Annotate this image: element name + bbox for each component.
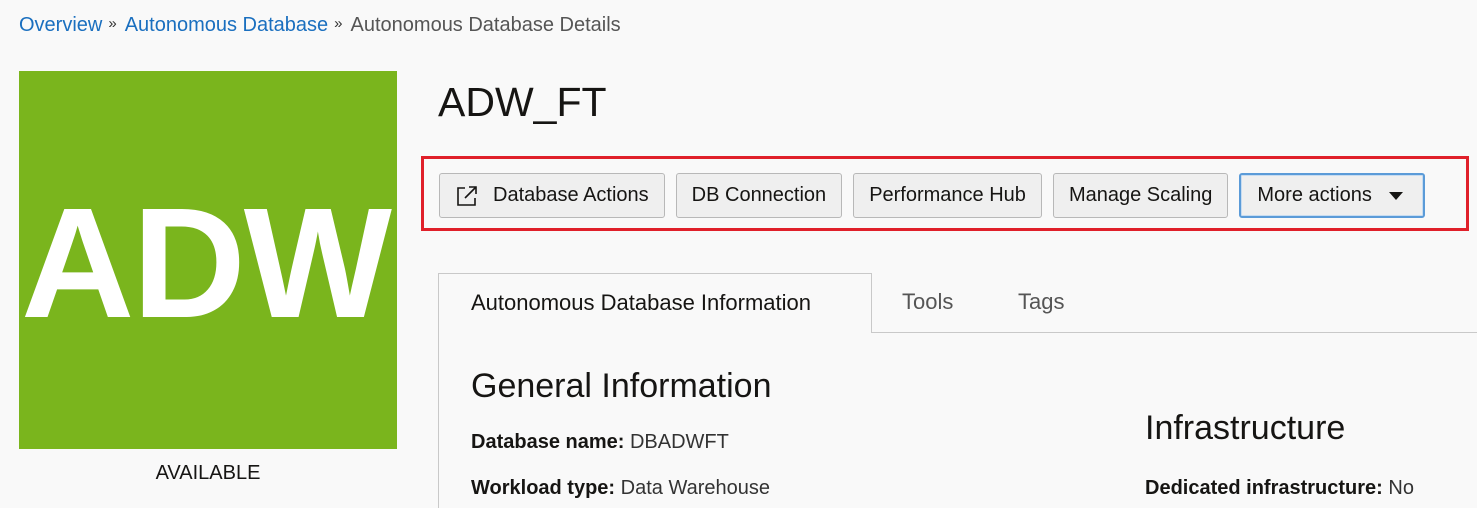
database-actions-label: Database Actions [493, 184, 649, 206]
page: Overview » Autonomous Database » Autonom… [0, 0, 1477, 508]
more-actions-button[interactable]: More actions [1239, 173, 1425, 218]
manage-scaling-button[interactable]: Manage Scaling [1052, 173, 1229, 218]
breadcrumb-autonomous-database-link[interactable]: Autonomous Database [125, 12, 328, 38]
dedicated-infrastructure-label: Dedicated infrastructure: [1145, 477, 1383, 499]
database-actions-button[interactable]: Database Actions [439, 173, 665, 218]
dedicated-infrastructure-value: No [1388, 477, 1414, 499]
workload-type-value: Data Warehouse [620, 477, 770, 499]
db-connection-label: DB Connection [691, 184, 827, 206]
database-type-tile: ADW [19, 71, 397, 449]
general-information-heading: General Information [471, 367, 772, 405]
performance-hub-label: Performance Hub [869, 184, 1026, 206]
database-name-label: Database name: [471, 431, 625, 453]
workload-type-field: Workload type: Data Warehouse [471, 475, 770, 501]
caret-down-icon [1388, 191, 1403, 200]
database-name-field: Database name: DBADWFT [471, 429, 729, 455]
action-toolbar: Database Actions DB Connection Performan… [439, 173, 1425, 218]
tab-tags[interactable]: Tags [1018, 273, 1064, 333]
breadcrumb-current: Autonomous Database Details [350, 14, 621, 36]
page-title: ADW_FT [438, 79, 607, 125]
infrastructure-heading: Infrastructure [1145, 409, 1346, 447]
breadcrumb-separator: » [334, 15, 343, 32]
lifecycle-status: AVAILABLE [155, 462, 261, 484]
performance-hub-button[interactable]: Performance Hub [853, 173, 1042, 218]
breadcrumb-separator: » [108, 15, 117, 32]
breadcrumb: Overview » Autonomous Database » Autonom… [19, 12, 621, 38]
tile-label: ADW [21, 176, 392, 351]
external-link-icon [457, 185, 477, 206]
panel-border [438, 333, 439, 508]
workload-type-label: Workload type: [471, 477, 616, 499]
more-actions-label: More actions [1257, 184, 1372, 206]
tab-tools[interactable]: Tools [902, 273, 953, 333]
database-name-value: DBADWFT [629, 431, 729, 453]
db-connection-button[interactable]: DB Connection [675, 173, 843, 218]
manage-scaling-label: Manage Scaling [1068, 184, 1213, 206]
breadcrumb-overview-link[interactable]: Overview [19, 12, 102, 38]
dedicated-infrastructure-field: Dedicated infrastructure: No [1145, 475, 1414, 501]
tab-autonomous-database-information[interactable]: Autonomous Database Information [438, 273, 872, 333]
